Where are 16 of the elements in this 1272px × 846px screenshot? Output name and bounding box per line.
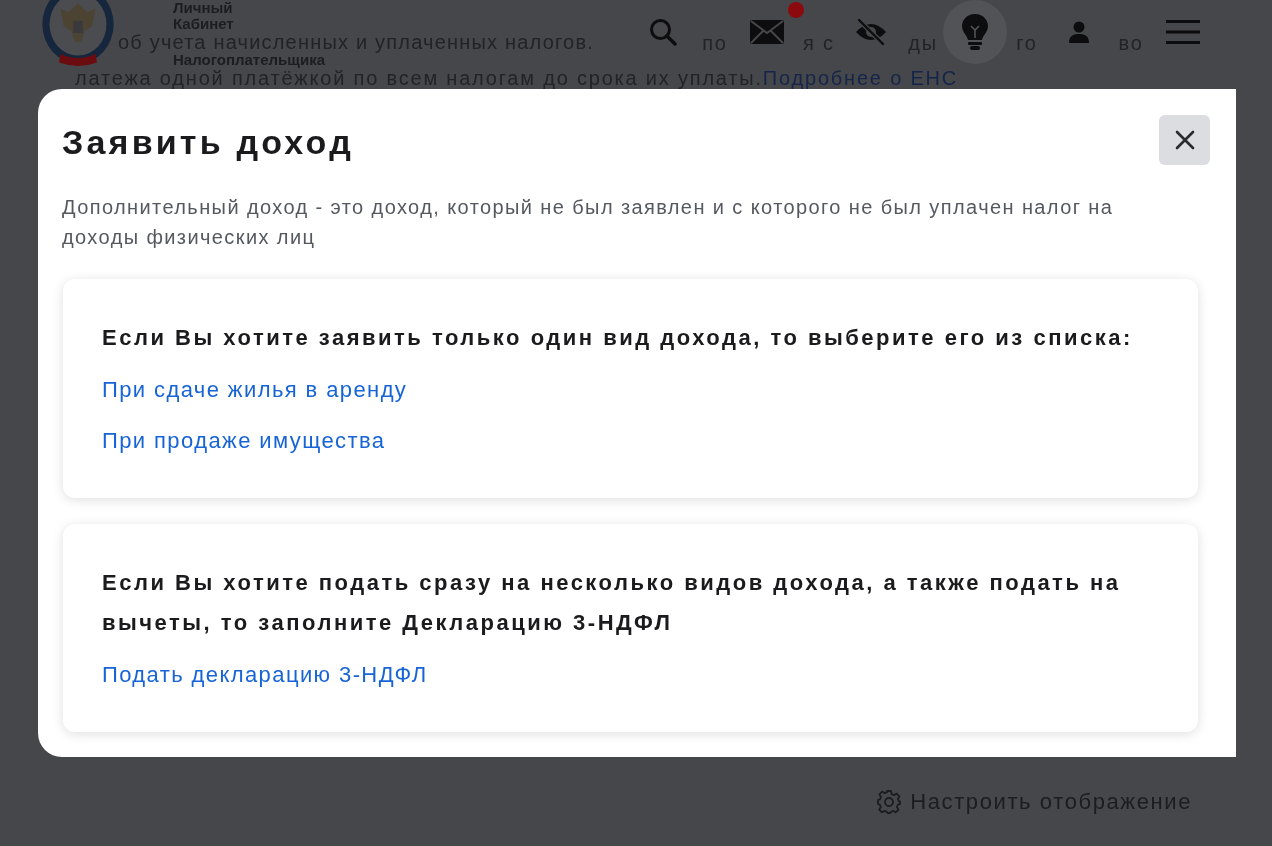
close-button[interactable] xyxy=(1159,115,1210,165)
search-icon xyxy=(649,18,677,46)
option-link[interactable]: При продаже имущества xyxy=(102,426,386,456)
dialog-description: Дополнительный доход - это доход, который не был заявлен и с которого не был уплачен налог на доходы физических лиц xyxy=(62,195,1115,250)
user-icon xyxy=(1069,21,1089,43)
eye-slash-icon xyxy=(854,18,888,46)
close-icon xyxy=(1174,130,1195,150)
menu-icon xyxy=(1166,20,1200,44)
option-link[interactable]: При сдаче жилья в аренду xyxy=(102,375,408,405)
option-link[interactable]: Подать декларацию 3-НДФЛ xyxy=(102,660,428,690)
dialog-title: Заявить доход xyxy=(62,122,354,162)
envelope-icon xyxy=(750,20,784,44)
lightbulb-icon xyxy=(962,14,988,50)
settings-icon xyxy=(877,789,902,814)
card-heading: Если Вы хотите заявить только один вид дохода, то выберите его из списка: xyxy=(102,324,1133,352)
card-heading: Если Вы хотите подать сразу на несколько видов дохода, а также подать на вычеты, то заполните Декларацию 3-НДФЛ xyxy=(102,569,1122,637)
